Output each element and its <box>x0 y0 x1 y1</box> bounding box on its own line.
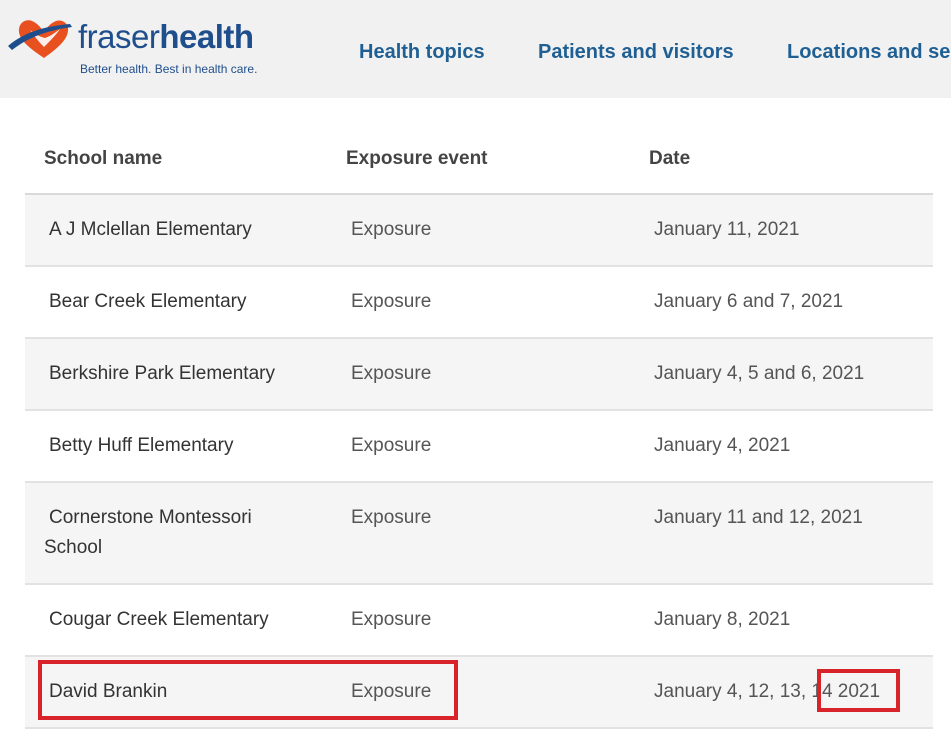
exposure-event-cell: Exposure <box>351 609 432 630</box>
school-name-cell: A J Mclellan Elementary <box>49 219 252 240</box>
exposure-event-cell: Exposure <box>351 435 432 456</box>
exposure-event-cell: Exposure <box>351 219 432 240</box>
school-name-cell: Betty Huff Elementary <box>49 435 234 456</box>
table-row: A J Mclellan Elementary Exposure January… <box>25 195 933 267</box>
school-name-cell: Cornerstone Montessori School <box>44 507 252 558</box>
date-cell: January 11 and 12, 2021 <box>654 507 863 528</box>
date-cell: January 4, 2021 <box>654 435 791 456</box>
brand-name: fraserhealth <box>78 18 254 55</box>
table-row: Berkshire Park Elementary Exposure Janua… <box>25 339 933 411</box>
fraser-health-logo[interactable]: fraserhealth Better health. Best in heal… <box>6 12 257 82</box>
nav-health-topics[interactable]: Health topics <box>359 41 485 64</box>
table-row: Cougar Creek Elementary Exposure January… <box>25 585 933 657</box>
school-name-cell: Cougar Creek Elementary <box>49 609 269 630</box>
exposure-event-cell: Exposure <box>351 291 432 312</box>
date-cell: January 8, 2021 <box>654 609 791 630</box>
exposure-event-cell: Exposure <box>351 507 432 528</box>
school-row-highlight-box <box>38 660 458 720</box>
date-cell: January 11, 2021 <box>654 219 800 240</box>
column-header-exposure-event: Exposure event <box>346 148 488 169</box>
column-header-school-name: School name <box>44 148 163 169</box>
exposure-event-cell: Exposure <box>351 363 432 384</box>
date-highlight-box <box>817 669 900 712</box>
school-exposures-table: School name Exposure event Date A J Mcle… <box>25 122 933 729</box>
school-name-cell: Bear Creek Elementary <box>49 291 247 312</box>
table-header-row: School name Exposure event Date <box>25 122 933 195</box>
school-name-cell: Berkshire Park Elementary <box>49 363 275 384</box>
date-cell: January 4, 5 and 6, 2021 <box>654 363 865 384</box>
site-header: fraserhealth Better health. Best in heal… <box>0 0 951 98</box>
table-row: Bear Creek Elementary Exposure January 6… <box>25 267 933 339</box>
nav-locations-and-services[interactable]: Locations and se <box>787 41 950 64</box>
table-row: Betty Huff Elementary Exposure January 4… <box>25 411 933 483</box>
brand-tagline: Better health. Best in health care. <box>80 62 258 76</box>
column-header-date: Date <box>649 148 691 169</box>
heart-swoosh-icon <box>8 20 72 58</box>
nav-patients-and-visitors[interactable]: Patients and visitors <box>538 41 734 64</box>
date-cell: January 6 and 7, 2021 <box>654 291 844 312</box>
table-row: Cornerstone Montessori School Exposure J… <box>25 483 933 585</box>
